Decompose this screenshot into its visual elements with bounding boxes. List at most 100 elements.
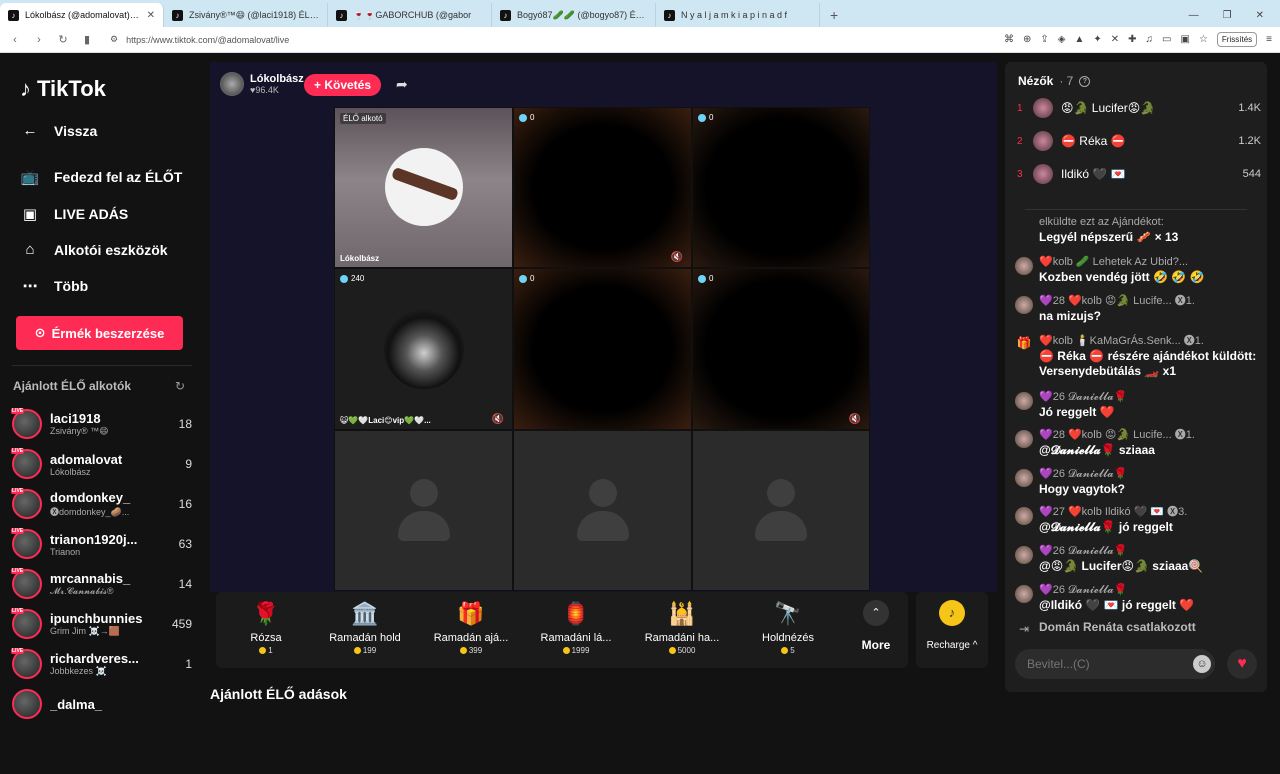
- host-name: Lókolbász: [250, 73, 304, 85]
- chat-input[interactable]: [1015, 649, 1175, 679]
- address-bar[interactable]: ⚙ https://www.tiktok.com/@adomalovat/liv…: [104, 30, 994, 50]
- chat-message: 💜26 𝓓𝓪𝓷𝓲𝓮𝓵𝓵𝓪🌹 Hogy vagytok?: [1015, 467, 1259, 497]
- shield-icon[interactable]: ◈: [1058, 34, 1066, 45]
- share-arrow-icon[interactable]: ➦: [396, 76, 408, 93]
- gift-item-ramadani-haz[interactable]: 🕌 Ramadáni ha... 5000: [632, 600, 732, 655]
- live-creator-tag: ÉLŐ alkotó: [340, 113, 386, 124]
- avatar[interactable]: [1015, 546, 1033, 564]
- close-window-icon[interactable]: ✕: [1256, 10, 1264, 21]
- translate-icon[interactable]: ⌘: [1004, 34, 1014, 45]
- guest-cell-host[interactable]: ÉLŐ alkotó Lókolbász: [334, 107, 513, 268]
- top-viewer-row[interactable]: 3 Ildikó 🖤 💌 544: [1017, 163, 1261, 185]
- forward-icon[interactable]: ›: [32, 34, 46, 46]
- music-icon[interactable]: ♫: [1146, 34, 1154, 45]
- warning-icon[interactable]: ▲: [1074, 34, 1084, 45]
- refresh-icon[interactable]: ↻: [175, 379, 185, 393]
- avatar[interactable]: [1015, 585, 1033, 603]
- guest-cell-5[interactable]: 0: [513, 268, 692, 430]
- empty-guest-slot[interactable]: [692, 430, 870, 591]
- minimize-icon[interactable]: —: [1189, 10, 1199, 21]
- guest-cell-2[interactable]: 0 🔇: [513, 107, 692, 268]
- chat-message: 💜28 ❤️kolb 😡🐊 Lucife... 🅧1. na mizujs?: [1015, 294, 1259, 324]
- creator-item-ipunchbunnies[interactable]: LIVE ipunchbunnies Grim Jim ☠️→🟫 459: [11, 606, 192, 642]
- sidebar-icon[interactable]: ▭: [1162, 34, 1171, 45]
- creator-item-laci1918[interactable]: LIVE laci1918 Zsivány® ™😄 18: [11, 406, 192, 442]
- browser-tab-4[interactable]: ♪ N y a l j a m k i a p i n a d f: [656, 3, 820, 27]
- avatar[interactable]: [1015, 257, 1033, 275]
- creator-item-dalma[interactable]: _dalma_: [12, 686, 192, 722]
- coin-icon: [562, 647, 570, 654]
- chat-join-message: ⇥ Domán Renáta csatlakozott: [1015, 620, 1259, 640]
- site-settings-icon[interactable]: ⚙: [110, 34, 118, 45]
- creator-item-trianon[interactable]: LIVE trianon1920j... Trianon 63: [11, 526, 192, 562]
- puzzle-icon[interactable]: ✚: [1128, 34, 1136, 45]
- wallet-icon[interactable]: ▣: [1181, 34, 1190, 45]
- empty-guest-slot[interactable]: [334, 430, 513, 591]
- avatar[interactable]: [1015, 469, 1033, 487]
- extension-icon[interactable]: ✦: [1093, 34, 1101, 45]
- go-live-nav-item[interactable]: ▣ LIVE ADÁS: [20, 205, 128, 223]
- star-icon[interactable]: ☆: [1199, 34, 1208, 45]
- mic-off-icon: 🔇: [848, 414, 861, 425]
- gift-item-ramadan-ajandek[interactable]: 🎁 Ramadán ajá... 399: [421, 600, 521, 655]
- more-nav-item[interactable]: ⋯ Több: [20, 277, 89, 295]
- creator-item-richardveres[interactable]: LIVE richardveres... Jobbkezes ☠️ 1: [11, 646, 192, 682]
- live-badge: LIVE: [11, 408, 25, 414]
- recharge-button[interactable]: ♪ Recharge ^: [916, 592, 988, 668]
- creator-item-mrcannabis[interactable]: LIVE mrcannabis_ 𝓜𝓻.𝓒𝓪𝓷𝓷𝓪𝓫𝓲𝓼® 14: [11, 566, 192, 602]
- bookmark-icon[interactable]: ▮: [80, 33, 94, 46]
- new-tab-button[interactable]: +: [820, 7, 848, 27]
- viewer-count: 16: [178, 497, 192, 511]
- refresh-button[interactable]: Frissítés: [1216, 32, 1258, 47]
- gift-item-ramadan-hold[interactable]: 🏛️ Ramadán hold 199: [315, 600, 415, 655]
- guest-cell-4[interactable]: 240 😺💚🤍Laci😊vip💚🤍... 🔇: [334, 268, 513, 430]
- follow-button[interactable]: + Követés: [304, 74, 382, 96]
- home-tools-icon: ⌂: [25, 241, 35, 258]
- browser-tab-3[interactable]: ♪ Bogyó87🥒🥒 (@bogyo87) ÉLŐ: [492, 3, 656, 27]
- get-coins-button[interactable]: ⊙ Érmék beszerzése: [16, 316, 183, 350]
- gift-item-holdnezes[interactable]: 🔭 Holdnézés 5: [738, 600, 838, 655]
- like-heart-button[interactable]: ♥: [1227, 649, 1257, 679]
- explore-live-nav-item[interactable]: 📺 Fedezd fel az ÉLŐT: [20, 168, 183, 186]
- avatar[interactable]: [1015, 296, 1033, 314]
- gift-item-rozsa[interactable]: 🌹 Rózsa 1: [216, 600, 316, 655]
- host-avatar[interactable]: [220, 72, 244, 96]
- gift-item-ramadani-lampa[interactable]: 🏮 Ramadáni lá... 1999: [526, 600, 626, 655]
- creator-item-adomalovat[interactable]: LIVE adomalovat Lókolbász 9: [11, 446, 192, 482]
- guest-cell-6[interactable]: 0 🔇: [692, 268, 870, 430]
- zoom-icon[interactable]: ⊕: [1023, 34, 1031, 45]
- back-nav-item[interactable]: ← Vissza: [20, 122, 98, 139]
- browser-tab-1[interactable]: ♪ Zsivány®™😄 (@laci1918) ÉLŐ adás: [164, 3, 328, 27]
- tiktok-logo[interactable]: ♪ TikTok: [20, 76, 106, 102]
- page-scrollbar[interactable]: [1268, 108, 1280, 774]
- creator-tools-nav-item[interactable]: ⌂ Alkotói eszközök: [20, 241, 167, 258]
- top-viewer-row[interactable]: 1 😡🐊 Lucifer😡🐊 1.4K: [1017, 97, 1261, 119]
- empty-guest-slot[interactable]: [513, 430, 692, 591]
- guest-cell-3[interactable]: 0: [692, 107, 870, 268]
- avatar[interactable]: [1015, 430, 1033, 448]
- coin-icon: ⊙: [34, 325, 46, 340]
- mosque-icon: 🕌: [668, 601, 696, 626]
- share-icon[interactable]: ⇪: [1040, 34, 1048, 45]
- more-gifts-button[interactable]: ⌃ More: [856, 600, 896, 652]
- host-info[interactable]: Lókolbász ♥96.4K: [220, 72, 304, 96]
- avatar[interactable]: [1015, 392, 1033, 410]
- suggested-lives-title: Ajánlott ÉLŐ adások: [210, 686, 347, 702]
- guest-score-badge: 0: [519, 274, 534, 283]
- close-tab-icon[interactable]: ✕: [147, 10, 155, 21]
- back-icon[interactable]: ‹: [8, 34, 22, 46]
- menu-icon[interactable]: ≡: [1266, 34, 1272, 45]
- info-icon[interactable]: ?: [1079, 75, 1091, 87]
- emoji-icon[interactable]: ☺: [1193, 655, 1211, 673]
- reload-icon[interactable]: ↻: [56, 33, 70, 46]
- maximize-icon[interactable]: ❐: [1223, 10, 1232, 21]
- coin-icon: [459, 647, 467, 654]
- avatar: [1033, 131, 1053, 151]
- top-viewer-row[interactable]: 2 ⛔ Réka ⛔ 1.2K: [1017, 130, 1261, 152]
- browser-tab-0[interactable]: ♪ Lókolbász (@adomalovat) ÉL ✕: [0, 3, 164, 27]
- avatar[interactable]: [1015, 507, 1033, 525]
- browser-tab-2[interactable]: ♪ 🍷🍷GABORCHUB (@gabor: [328, 3, 492, 27]
- tiktok-page: ♪ TikTok ← Vissza 📺 Fedezd fel az ÉLŐT ▣…: [0, 54, 1280, 774]
- close-icon[interactable]: ✕: [1111, 34, 1119, 45]
- creator-item-domdonkey[interactable]: LIVE domdonkey_ 🅧domdonkey_🥔... 16: [11, 486, 192, 522]
